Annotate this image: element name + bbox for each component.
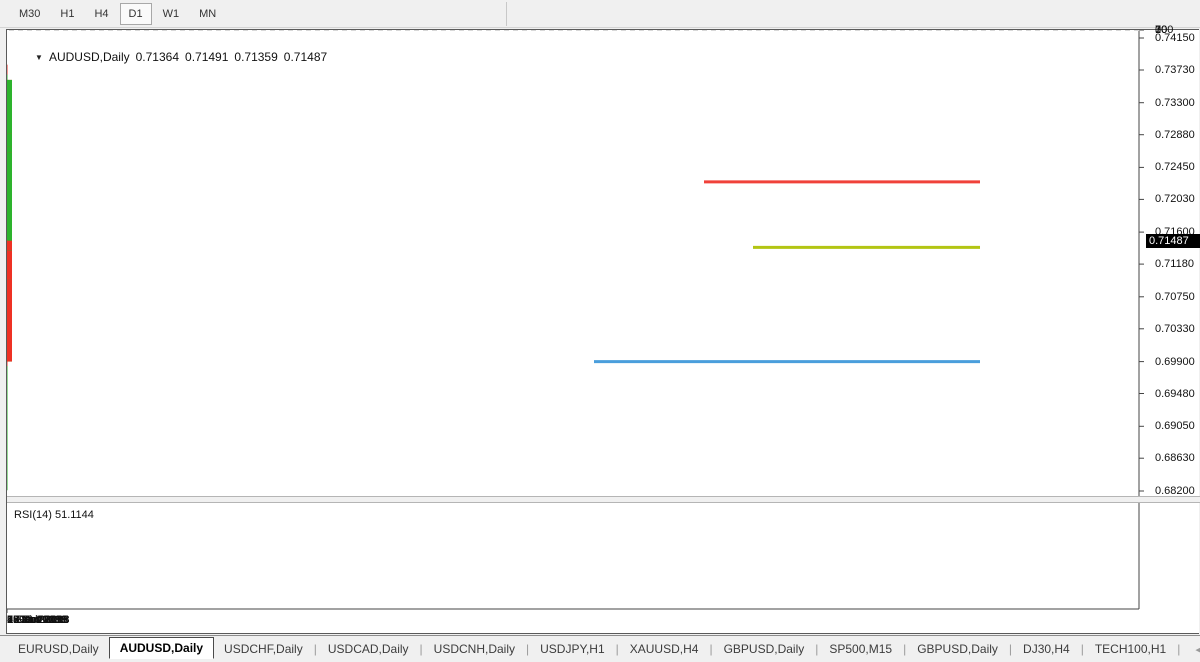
- tab-separator: |: [1176, 642, 1181, 656]
- date-axis-label: 16 Feb 2019: [7, 614, 69, 626]
- chart-title: ▼ AUDUSD,Daily 0.71364 0.71491 0.71359 0.7148…: [15, 36, 327, 78]
- price-axis-label: 0.73300: [1155, 97, 1195, 109]
- symbol-tab-dj30[interactable]: DJ30,H4: [1013, 638, 1080, 660]
- chart-window: ▼ AUDUSD,Daily 0.71364 0.71491 0.71359 0.7148…: [6, 29, 1199, 634]
- timeframe-button-w1[interactable]: W1: [154, 3, 189, 25]
- symbol-tab-usdchf[interactable]: USDCHF,Daily: [214, 638, 313, 660]
- timeframe-button-h4[interactable]: H4: [85, 3, 117, 25]
- timeframe-toolbar: M30H1H4D1W1MN: [0, 0, 1200, 28]
- price-axis-label: 0.69480: [1155, 388, 1195, 400]
- price-axis-label: 0.69050: [1155, 420, 1195, 432]
- timeframe-button-h1[interactable]: H1: [51, 3, 83, 25]
- price-axis-label: 0.73730: [1155, 64, 1195, 76]
- ohlc-high: 0.71491: [185, 50, 228, 64]
- candle-body: [7, 279, 12, 293]
- price-axis-label: 0.70330: [1155, 323, 1195, 335]
- symbol-tab-audusd-active[interactable]: AUDUSD,Daily: [109, 637, 214, 659]
- timeframe-button-d1[interactable]: D1: [120, 3, 152, 25]
- rsi-name: RSI(14): [14, 509, 52, 521]
- price-axis-label: 0.72880: [1155, 129, 1195, 141]
- chevron-down-icon[interactable]: ▼: [35, 53, 43, 62]
- tabs-scroll-left-icon[interactable]: ◂: [1195, 643, 1200, 656]
- symbol-tab-sp500[interactable]: SP500,M15: [819, 638, 902, 660]
- current-price-tag: 0.71487: [1146, 234, 1200, 248]
- candle-body: [7, 152, 12, 183]
- chart-symbol: AUDUSD,Daily: [49, 50, 130, 64]
- symbol-tab-gbpusd[interactable]: GBPUSD,Daily: [714, 638, 815, 660]
- ohlc-open: 0.71364: [136, 50, 179, 64]
- rsi-axis-label: 0: [1155, 24, 1161, 36]
- price-axis-label: 0.68630: [1155, 452, 1195, 464]
- symbol-tab-eurusd[interactable]: EURUSD,Daily: [8, 638, 109, 660]
- candle-body: [7, 241, 12, 250]
- symbol-tab-usdcnh[interactable]: USDCNH,Daily: [424, 638, 525, 660]
- price-axis-label: 0.69900: [1155, 356, 1195, 368]
- toolbar-separator: [506, 2, 507, 26]
- price-axis-label: 0.72030: [1155, 193, 1195, 205]
- panel-splitter[interactable]: [7, 496, 1200, 503]
- symbol-tab-gbpusd[interactable]: GBPUSD,Daily: [907, 638, 1008, 660]
- trading-app-window: M30H1H4D1W1MN ▼ AUDUSD,Daily 0.71364 0.7149…: [0, 0, 1200, 662]
- ohlc-low: 0.71359: [234, 50, 277, 64]
- symbol-tabbar: EURUSD,DailyAUDUSD,DailyUSDCHF,Daily | USD…: [0, 635, 1200, 662]
- price-axis-label: 0.72450: [1155, 161, 1195, 173]
- price-axis-label: 0.70750: [1155, 291, 1195, 303]
- rsi-value: 51.1144: [55, 509, 94, 521]
- tab-nav: ◂▸: [1195, 643, 1200, 656]
- price-axis-label: 0.71180: [1155, 258, 1194, 270]
- candle-body: [7, 250, 12, 259]
- timeframe-button-mn[interactable]: MN: [190, 3, 225, 25]
- chart-canvas[interactable]: [7, 30, 1200, 633]
- candle-body: [7, 260, 12, 280]
- symbol-tab-usdjpy[interactable]: USDJPY,H1: [530, 638, 614, 660]
- symbol-tab-tech100[interactable]: TECH100,H1: [1085, 638, 1176, 660]
- ohlc-close: 0.71487: [284, 50, 327, 64]
- price-axis-label: 0.68200: [1155, 485, 1195, 497]
- rsi-indicator-label: RSI(14) 51.1144: [14, 509, 94, 521]
- timeframe-button-m30[interactable]: M30: [10, 3, 49, 25]
- symbol-tab-xauusd[interactable]: XAUUSD,H4: [620, 638, 709, 660]
- candle-body: [7, 133, 12, 147]
- symbol-tab-usdcad[interactable]: USDCAD,Daily: [318, 638, 419, 660]
